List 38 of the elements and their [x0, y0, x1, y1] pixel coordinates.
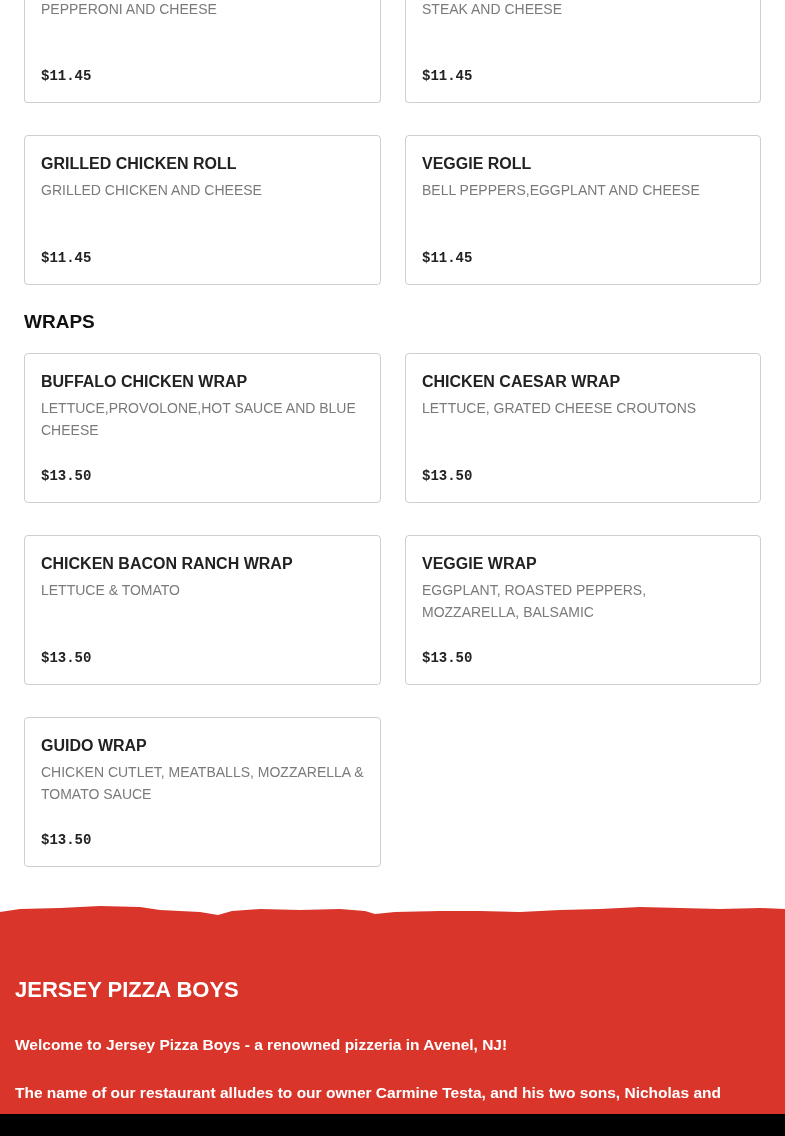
item-name: VEGGIE ROLL [422, 154, 533, 174]
item-name: BUFFALO CHICKEN WRAP [41, 372, 249, 392]
item-name: CHICKEN CAESAR WRAP [422, 372, 622, 392]
item-description: EGGPLANT, ROASTED PEPPERS, MOZZARELLA, BALSAMIC [422, 581, 648, 622]
item-name: GUIDO WRAP [41, 736, 148, 756]
item-price: $11.45 [41, 250, 93, 266]
item-price: $11.45 [422, 68, 474, 84]
item-description: LETTUCE,PROVOLONE,HOT SAUCE AND BLUE CHEESE [41, 399, 357, 440]
item-name: VEGGIE WRAP [422, 554, 538, 574]
item-description: LETTUCE, GRATED CHEESE CROUTONS [422, 399, 698, 418]
menu-item-card[interactable]: GUIDO WRAP CHICKEN CUTLET, MEATBALLS, MOZZARELLA & TOMATO SAUCE $13.50 [24, 717, 381, 867]
item-price: $13.50 [41, 650, 93, 666]
item-name: GRILLED CHICKEN ROLL [41, 154, 238, 174]
menu-item-card[interactable]: GRILLED CHICKEN ROLL GRILLED CHICKEN AND CHEESE $11.45 [24, 135, 381, 285]
menu-item-card[interactable]: STEAK AND CHEESE $11.45 [405, 0, 761, 103]
footer-paragraph: The name of our restaurant alludes to our owner Carmine Testa, and his two sons, Nicholas and [15, 1083, 722, 1103]
item-price: $13.50 [422, 468, 474, 484]
item-price: $13.50 [422, 650, 474, 666]
menu-item-card[interactable]: VEGGIE WRAP EGGPLANT, ROASTED PEPPERS, MOZZARELLA, BALSAMIC $13.50 [405, 535, 761, 685]
menu-item-card[interactable]: CHICKEN BACON RANCH WRAP LETTUCE & TOMATO $13.50 [24, 535, 381, 685]
menu-item-card[interactable]: VEGGIE ROLL BELL PEPPERS,EGGPLANT AND CHEESE $11.45 [405, 135, 761, 285]
item-description: BELL PEPPERS,EGGPLANT AND CHEESE [422, 181, 701, 200]
item-description: CHICKEN CUTLET, MEATBALLS, MOZZARELLA & TOMATO SAUCE [41, 763, 364, 804]
item-description: PEPPERONI AND CHEESE [41, 0, 218, 19]
item-description: LETTUCE & TOMATO [41, 581, 181, 600]
item-price: $11.45 [422, 250, 474, 266]
footer-paragraph: Welcome to Jersey Pizza Boys - a renowned pizzeria in Avenel, NJ! [15, 1035, 509, 1055]
menu-item-card[interactable]: PEPPERONI AND CHEESE $11.45 [24, 0, 381, 103]
menu-item-card[interactable]: BUFFALO CHICKEN WRAP LETTUCE,PROVOLONE,HOT SAUCE AND BLUE CHEESE $13.50 [24, 353, 381, 503]
item-description: GRILLED CHICKEN AND CHEESE [41, 181, 263, 200]
item-description: STEAK AND CHEESE [422, 0, 564, 19]
footer-title: JERSEY PIZZA BOYS [15, 977, 240, 1003]
item-price: $13.50 [41, 832, 93, 848]
menu-item-card[interactable]: CHICKEN CAESAR WRAP LETTUCE, GRATED CHEESE CROUTONS $13.50 [405, 353, 761, 503]
section-heading: WRAPS [24, 311, 96, 333]
item-name: CHICKEN BACON RANCH WRAP [41, 554, 294, 574]
item-price: $13.50 [41, 468, 93, 484]
item-price: $11.45 [41, 68, 93, 84]
